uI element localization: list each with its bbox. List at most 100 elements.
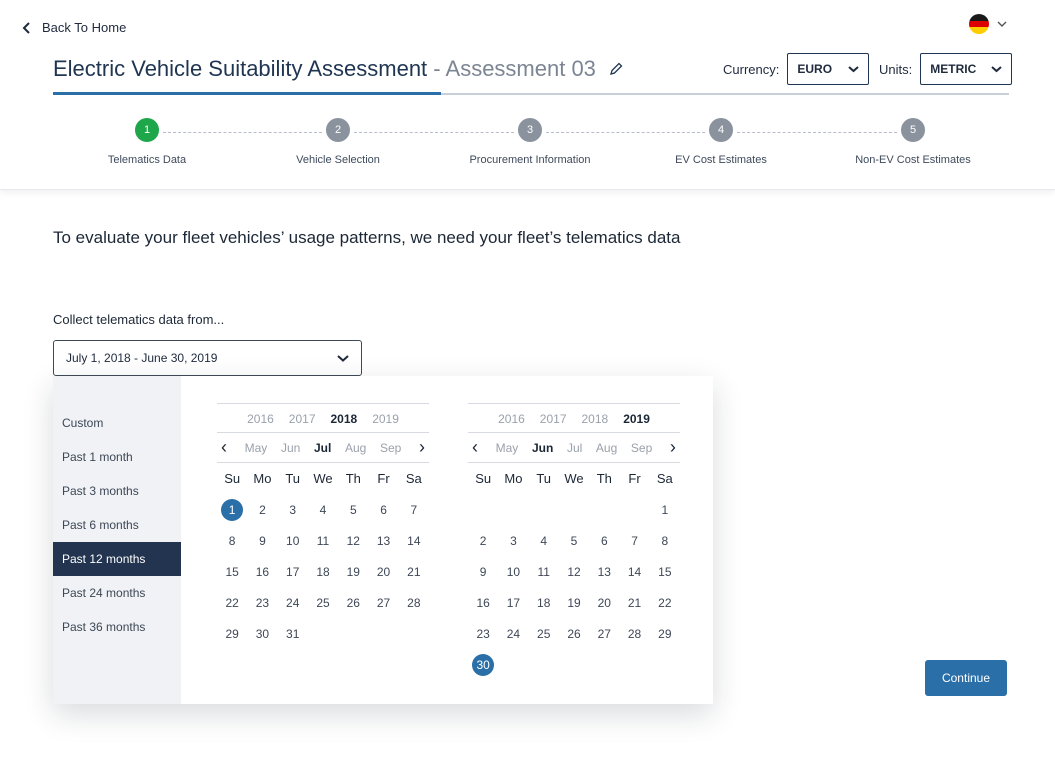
day-cell[interactable]: 13 xyxy=(368,525,398,556)
month-option[interactable]: Jul xyxy=(567,441,582,455)
day-cell[interactable]: 5 xyxy=(559,525,589,556)
day-cell[interactable]: 3 xyxy=(498,525,528,556)
month-option[interactable]: Sep xyxy=(631,441,652,455)
language-selector[interactable] xyxy=(969,14,1007,34)
date-range-select[interactable]: July 1, 2018 - June 30, 2019 xyxy=(53,340,362,376)
day-cell[interactable]: 6 xyxy=(589,525,619,556)
day-cell[interactable]: 4 xyxy=(308,494,338,525)
day-cell[interactable]: 9 xyxy=(247,525,277,556)
day-cell[interactable]: 27 xyxy=(368,587,398,618)
preset-option[interactable]: Past 12 months xyxy=(53,542,181,576)
year-option[interactable]: 2017 xyxy=(289,404,316,432)
month-option[interactable]: Sep xyxy=(380,441,401,455)
day-cell[interactable]: 15 xyxy=(650,556,680,587)
day-cell[interactable]: 12 xyxy=(559,556,589,587)
edit-pencil-icon[interactable] xyxy=(608,61,624,77)
day-cell[interactable]: 28 xyxy=(399,587,429,618)
step-4[interactable]: 4 EV Cost Estimates xyxy=(641,118,801,166)
next-month-icon[interactable]: › xyxy=(415,437,429,458)
preset-option[interactable]: Past 6 months xyxy=(53,508,181,542)
selected-day[interactable]: 30 xyxy=(468,649,498,680)
day-cell[interactable]: 5 xyxy=(338,494,368,525)
back-to-home-link[interactable]: Back To Home xyxy=(22,20,126,35)
day-cell[interactable]: 6 xyxy=(368,494,398,525)
month-option[interactable]: Aug xyxy=(596,441,617,455)
day-cell[interactable]: 4 xyxy=(529,525,559,556)
step-1[interactable]: 1 Telematics Data xyxy=(67,118,227,166)
day-cell[interactable]: 19 xyxy=(559,587,589,618)
year-option[interactable]: 2018 xyxy=(582,404,609,432)
day-cell[interactable]: 12 xyxy=(338,525,368,556)
month-option[interactable]: Aug xyxy=(345,441,366,455)
day-cell[interactable]: 18 xyxy=(308,556,338,587)
day-cell[interactable]: 29 xyxy=(217,618,247,649)
day-cell[interactable]: 16 xyxy=(247,556,277,587)
day-cell[interactable]: 18 xyxy=(529,587,559,618)
day-cell[interactable]: 14 xyxy=(619,556,649,587)
day-cell[interactable]: 27 xyxy=(589,618,619,649)
day-cell[interactable]: 25 xyxy=(308,587,338,618)
day-cell[interactable]: 23 xyxy=(468,618,498,649)
day-cell[interactable]: 10 xyxy=(278,525,308,556)
day-cell[interactable]: 22 xyxy=(217,587,247,618)
day-cell[interactable]: 26 xyxy=(338,587,368,618)
day-cell[interactable]: 20 xyxy=(589,587,619,618)
day-cell[interactable]: 31 xyxy=(278,618,308,649)
year-option[interactable]: 2018 xyxy=(331,404,358,432)
prev-month-icon[interactable]: ‹ xyxy=(468,437,482,458)
day-cell[interactable]: 7 xyxy=(619,525,649,556)
month-option[interactable]: Jun xyxy=(281,441,300,455)
preset-option[interactable]: Custom xyxy=(53,406,181,440)
day-cell[interactable]: 23 xyxy=(247,587,277,618)
day-cell[interactable]: 8 xyxy=(217,525,247,556)
day-cell[interactable]: 28 xyxy=(619,618,649,649)
day-cell[interactable]: 8 xyxy=(650,525,680,556)
next-month-icon[interactable]: › xyxy=(666,437,680,458)
day-cell[interactable]: 14 xyxy=(399,525,429,556)
year-option[interactable]: 2019 xyxy=(372,404,399,432)
month-option[interactable]: Jul xyxy=(314,441,331,455)
day-cell[interactable]: 30 xyxy=(247,618,277,649)
year-option[interactable]: 2016 xyxy=(247,404,274,432)
day-cell[interactable]: 21 xyxy=(619,587,649,618)
day-cell[interactable]: 24 xyxy=(498,618,528,649)
selected-day[interactable]: 1 xyxy=(217,494,247,525)
preset-option[interactable]: Past 36 months xyxy=(53,610,181,644)
continue-button[interactable]: Continue xyxy=(925,660,1007,696)
day-cell[interactable]: 15 xyxy=(217,556,247,587)
prev-month-icon[interactable]: ‹ xyxy=(217,437,231,458)
day-cell[interactable]: 3 xyxy=(278,494,308,525)
day-cell[interactable]: 16 xyxy=(468,587,498,618)
day-cell[interactable]: 25 xyxy=(529,618,559,649)
year-option[interactable]: 2017 xyxy=(540,404,567,432)
units-select[interactable]: METRIC xyxy=(920,53,1013,85)
day-cell[interactable]: 7 xyxy=(399,494,429,525)
day-cell[interactable]: 10 xyxy=(498,556,528,587)
day-cell[interactable]: 11 xyxy=(529,556,559,587)
preset-option[interactable]: Past 24 months xyxy=(53,576,181,610)
preset-option[interactable]: Past 1 month xyxy=(53,440,181,474)
day-cell[interactable]: 26 xyxy=(559,618,589,649)
year-option[interactable]: 2016 xyxy=(498,404,525,432)
step-5[interactable]: 5 Non-EV Cost Estimates xyxy=(833,118,993,166)
day-cell[interactable]: 2 xyxy=(468,525,498,556)
step-3[interactable]: 3 Procurement Information xyxy=(450,118,610,166)
month-option[interactable]: May xyxy=(496,441,519,455)
day-cell[interactable]: 29 xyxy=(650,618,680,649)
day-cell[interactable]: 2 xyxy=(247,494,277,525)
day-cell[interactable]: 22 xyxy=(650,587,680,618)
currency-select[interactable]: EURO xyxy=(787,53,870,85)
month-option[interactable]: Jun xyxy=(532,441,553,455)
day-cell[interactable]: 1 xyxy=(650,494,680,525)
day-cell[interactable]: 24 xyxy=(278,587,308,618)
day-cell[interactable]: 20 xyxy=(368,556,398,587)
day-cell[interactable]: 11 xyxy=(308,525,338,556)
day-cell[interactable]: 17 xyxy=(278,556,308,587)
month-option[interactable]: May xyxy=(245,441,268,455)
step-2[interactable]: 2 Vehicle Selection xyxy=(258,118,418,166)
day-cell[interactable]: 19 xyxy=(338,556,368,587)
day-cell[interactable]: 9 xyxy=(468,556,498,587)
year-option[interactable]: 2019 xyxy=(623,404,650,432)
day-cell[interactable]: 21 xyxy=(399,556,429,587)
day-cell[interactable]: 17 xyxy=(498,587,528,618)
